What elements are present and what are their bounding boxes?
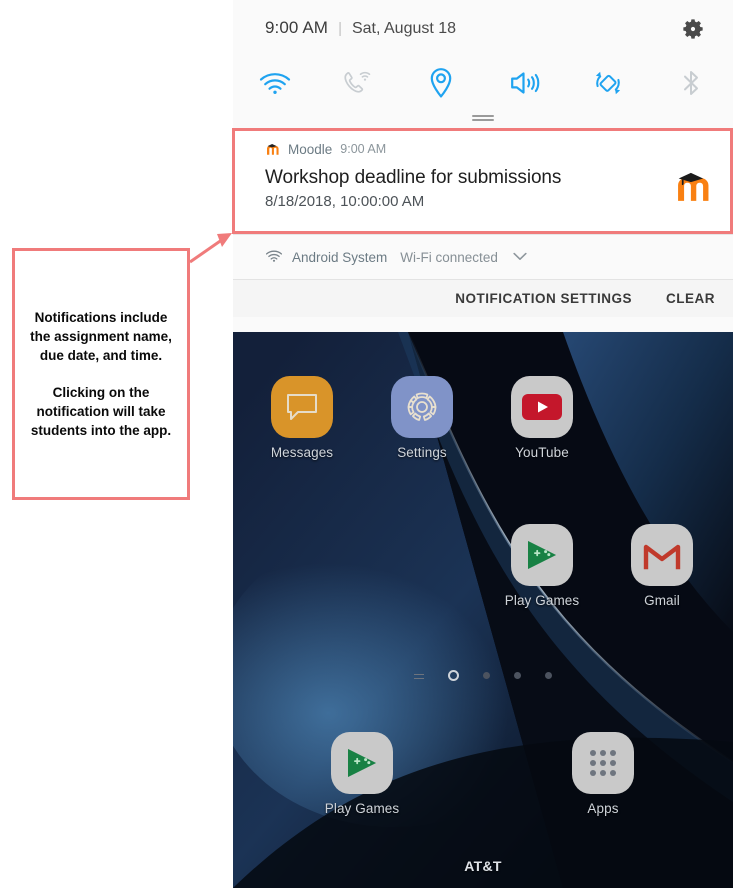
chevron-down-icon[interactable] (513, 248, 527, 266)
notification-action-bar: NOTIFICATION SETTINGS CLEAR (233, 279, 733, 317)
notification-moodle[interactable]: Moodle 9:00 AM Workshop deadline for sub… (233, 128, 733, 234)
page-dot[interactable] (545, 672, 552, 679)
app-icon-play-games (511, 524, 573, 586)
app-label-apps: Apps (587, 801, 619, 816)
youtube-icon (522, 394, 562, 420)
status-separator: | (338, 20, 342, 37)
app-settings[interactable]: Settings (374, 376, 470, 460)
page-indicator (233, 670, 733, 681)
dock-apps[interactable]: Apps (555, 732, 651, 816)
wifi-icon (265, 250, 283, 262)
status-time: 9:00 AM (265, 18, 329, 37)
clear-notifications-button[interactable]: CLEAR (666, 291, 715, 306)
phone-wifi-icon (344, 71, 371, 93)
app-label-messages: Messages (270, 445, 334, 460)
app-icon-settings (391, 376, 453, 438)
notification-android-system[interactable]: Android System Wi-Fi connected (233, 235, 733, 279)
play-games-icon (528, 541, 556, 569)
app-label-play-games: Play Games (324, 801, 400, 816)
notification-header: Moodle 9:00 AM (265, 140, 717, 158)
app-icon-gmail (631, 524, 693, 586)
wifi-toggle[interactable] (233, 58, 316, 108)
bluetooth-toggle[interactable] (650, 58, 733, 108)
app-label-play-games: Play Games (504, 593, 580, 608)
wifi-icon (259, 73, 290, 94)
dock-play-games[interactable]: Play Games (314, 732, 410, 816)
status-date: Sat, August 18 (351, 20, 457, 37)
play-games-icon (348, 749, 376, 777)
location-toggle[interactable] (400, 58, 483, 108)
system-notification-app-name: Android System (292, 249, 388, 265)
notification-settings-button[interactable]: NOTIFICATION SETTINGS (455, 291, 632, 306)
phone-screen: 9:00 AM | Sat, August 18 Moodle 9:00 AM … (233, 0, 733, 888)
gear-icon (683, 19, 703, 39)
shade-drag-handle[interactable] (472, 115, 494, 121)
app-icon-apps (572, 732, 634, 794)
location-pin-icon (431, 68, 452, 98)
notification-title: Workshop deadline for submissions (265, 167, 562, 188)
app-label-youtube: YouTube (515, 445, 569, 460)
app-gmail[interactable]: Gmail (614, 524, 710, 608)
page-dot-active[interactable] (448, 670, 459, 681)
screenshot-root: 9:00 AM | Sat, August 18 Moodle 9:00 AM … (0, 0, 733, 888)
system-notification-status: Wi-Fi connected (400, 249, 498, 265)
app-icon-messages (271, 376, 333, 438)
gear-icon (407, 392, 437, 421)
quick-settings-gear-button[interactable] (678, 14, 708, 44)
page-dot[interactable] (483, 672, 490, 679)
moodle-icon (678, 172, 709, 201)
notification-subtitle: 8/18/2018, 10:00:00 AM (265, 193, 425, 210)
status-clock: 9:00 AM | Sat, August 18 (265, 18, 456, 38)
auto-rotate-icon (595, 71, 621, 95)
quick-toggles-row (233, 58, 733, 108)
notification-shade: Moodle 9:00 AM Workshop deadline for sub… (233, 128, 733, 317)
speaker-icon (510, 72, 539, 94)
sound-toggle[interactable] (483, 58, 566, 108)
bluetooth-icon (684, 71, 699, 95)
wifi-calling-toggle[interactable] (316, 58, 399, 108)
moodle-icon (265, 142, 280, 157)
annotation-paragraph-2: Clicking on the notification will take s… (30, 384, 172, 438)
notification-app-name: Moodle (288, 141, 333, 157)
annotation-paragraph-1: Notifications include the assignment nam… (30, 310, 172, 364)
notification-time: 9:00 AM (340, 142, 387, 156)
app-play-games[interactable]: Play Games (494, 524, 590, 608)
app-label-settings: Settings (397, 445, 447, 460)
quick-settings-header: 9:00 AM | Sat, August 18 (233, 0, 733, 128)
app-grid-icon (590, 750, 616, 776)
app-icon-youtube (511, 376, 573, 438)
home-page-marker-icon[interactable] (414, 672, 424, 680)
auto-rotate-toggle[interactable] (566, 58, 649, 108)
app-youtube[interactable]: YouTube (494, 376, 590, 460)
home-screen: Messages Settings YouTube Play Games Gma… (233, 332, 733, 888)
app-icon-play-games (331, 732, 393, 794)
notification-large-icon (669, 164, 715, 210)
page-dot[interactable] (514, 672, 521, 679)
annotation-callout: Notifications include the assignment nam… (12, 248, 190, 500)
app-label-gmail: Gmail (644, 593, 680, 608)
chat-bubble-icon (287, 394, 317, 420)
app-messages[interactable]: Messages (254, 376, 350, 460)
gmail-icon (643, 544, 681, 570)
carrier-label: AT&T (464, 858, 502, 874)
